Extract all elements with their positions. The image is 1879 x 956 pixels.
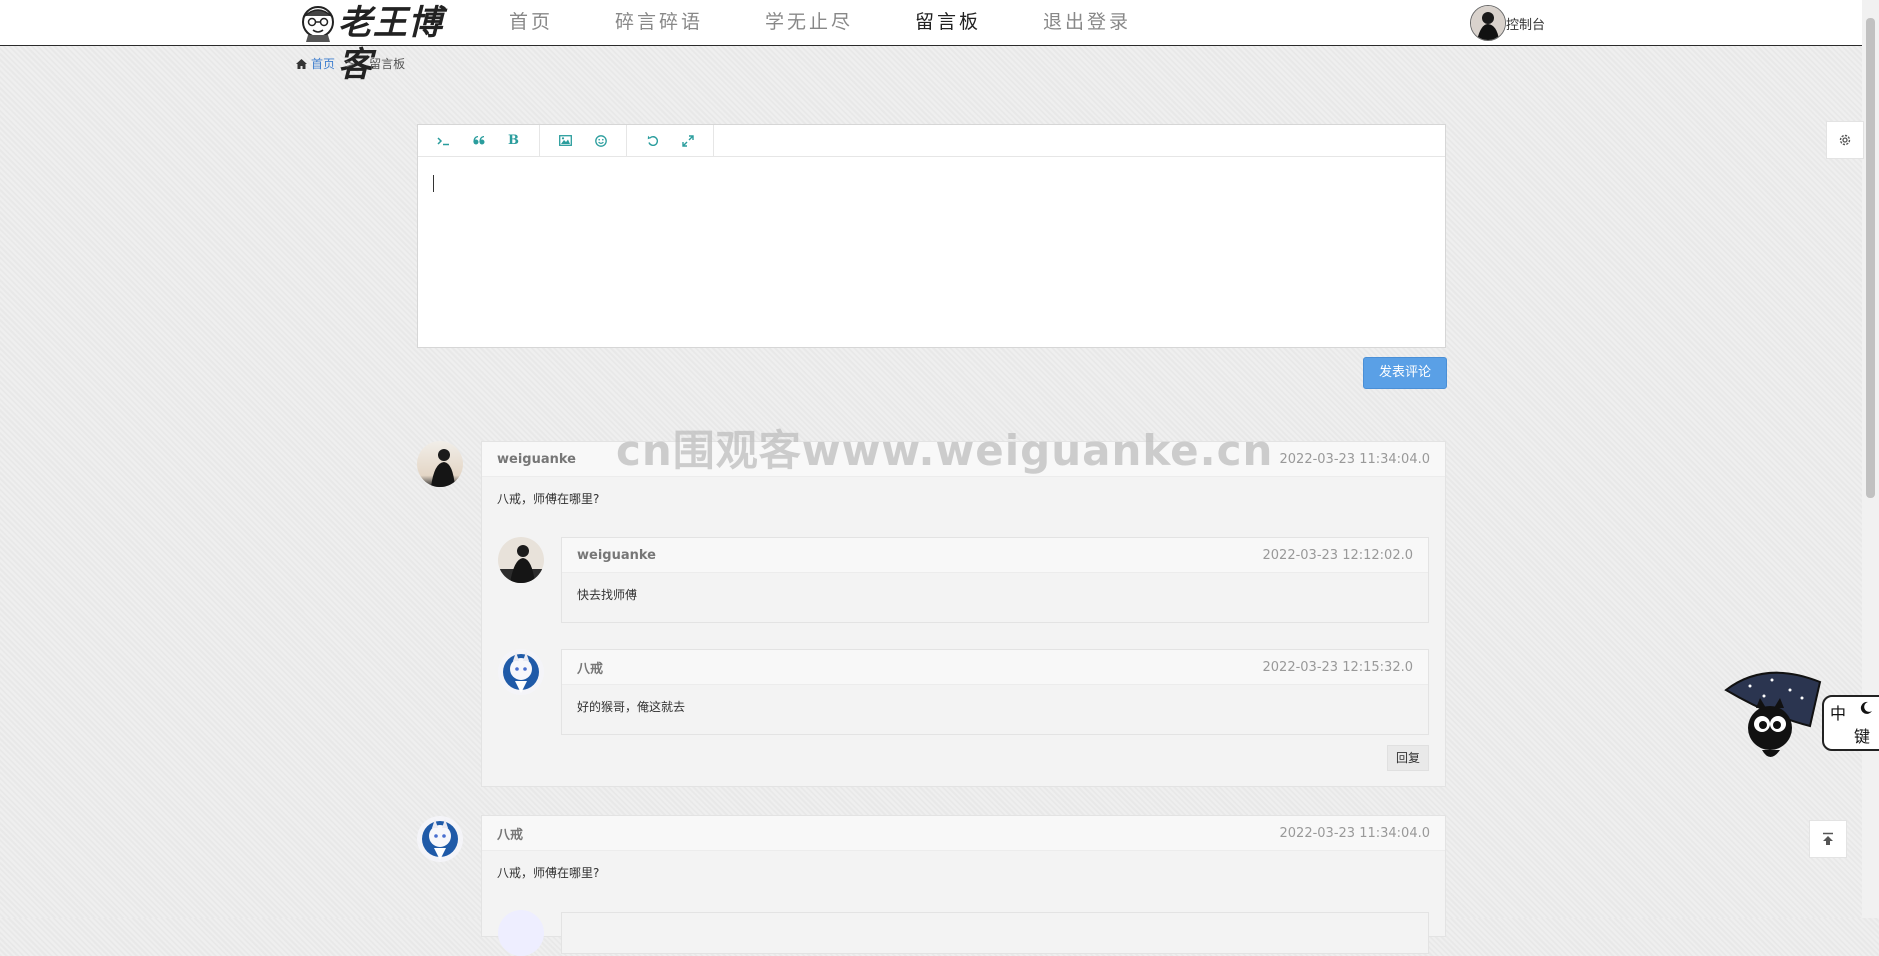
reply-avatar-partial [498,910,544,956]
comment-text: 八戒，师傅在哪里? [497,492,600,506]
comment-avatar [417,441,463,487]
nav-logout[interactable]: 退出登录 [1043,0,1173,45]
nav-guestbook[interactable]: 留言板 [915,0,1043,45]
user-avatar [1470,5,1506,41]
page-scrollbar[interactable] [1862,0,1879,918]
home-icon [296,58,307,69]
ime-indicator[interactable]: 中 键 [1822,695,1879,751]
top-header: 老王博客 首页 碎言碎语 学无止尽 留言板 退出登录 控制台 [0,0,1862,85]
gear-icon [1839,134,1851,146]
back-to-top-button[interactable] [1809,820,1847,858]
settings-gear-button[interactable] [1826,121,1864,159]
reply-text: 快去找师傅 [577,588,638,602]
reply-avatar [498,537,544,583]
reply-card: weiguanke 2022-03-23 12:12:02.0 快去找师傅 [561,537,1429,623]
breadcrumb-separator: > [345,56,356,71]
editor-toolbar: B [418,125,1445,157]
arrow-up-icon [1823,832,1833,845]
logo-text: 老王博客 [338,3,443,85]
comment-author[interactable]: 八戒 [497,824,523,843]
nav-home[interactable]: 首页 [509,0,615,45]
nav-study[interactable]: 学无止尽 [765,0,915,45]
reply-button[interactable]: 回复 [1387,745,1429,771]
console-label: 控制台 [1506,17,1546,33]
breadcrumb: 首页 > 留言板 [296,55,405,72]
toolbar-group-format: B [418,125,540,156]
reply-header: 八戒 2022-03-23 12:15:32.0 [562,650,1428,685]
moon-icon [1860,701,1872,714]
reply-avatar [498,649,544,695]
comment-card: 八戒 2022-03-23 11:34:04.0 八戒，师傅在哪里? [481,815,1446,954]
breadcrumb-home[interactable]: 首页 [311,55,335,72]
comment-author[interactable]: weiguanke [497,452,576,467]
nav-talk[interactable]: 碎言碎语 [615,0,765,45]
reply-author[interactable]: weiguanke [577,548,656,563]
breadcrumb-current: 留言板 [369,57,406,71]
comment-header: 八戒 2022-03-23 11:34:04.0 [482,816,1445,851]
ime-key: 键 [1854,727,1871,746]
toolbar-group-view [627,125,714,156]
toolbar-group-insert [540,125,627,156]
text-cursor [433,175,434,192]
quote-icon[interactable] [461,125,496,156]
ime-mode: 中 [1830,704,1847,723]
reply-text: 好的猴哥，俺这就去 [577,700,686,714]
console-link[interactable]: 控制台 [1470,5,1545,41]
fullscreen-icon[interactable] [670,125,705,156]
emoji-icon[interactable] [583,125,618,156]
comment-time: 2022-03-23 11:34:04.0 [1279,451,1430,467]
main-nav: 首页 碎言碎语 学无止尽 留言板 退出登录 [509,0,1173,45]
reply-time: 2022-03-23 12:12:02.0 [1262,547,1413,563]
reply-time: 2022-03-23 12:15:32.0 [1262,659,1413,675]
bold-icon[interactable]: B [496,125,531,156]
site-logo[interactable]: 老王博客 [300,2,468,85]
watermark-text: cn围观客www.weiguanke.cn [616,426,1274,475]
logo-face-icon [302,6,334,42]
submit-comment-button[interactable]: 发表评论 [1363,357,1447,389]
comment-avatar [417,816,463,862]
undo-icon[interactable] [635,125,670,156]
comment-editor[interactable]: B [417,124,1446,348]
image-icon[interactable] [548,125,583,156]
terminal-icon[interactable] [426,125,461,156]
reply-header: weiguanke 2022-03-23 12:12:02.0 [562,538,1428,573]
reply-card-partial [561,912,1429,954]
scrollbar-thumb[interactable] [1866,18,1875,498]
reply-author[interactable]: 八戒 [577,658,603,677]
reply-card: 八戒 2022-03-23 12:15:32.0 好的猴哥，俺这就去 [561,649,1429,735]
comment-text: 八戒，师傅在哪里? [497,866,600,880]
comment-time: 2022-03-23 11:34:04.0 [1279,825,1430,841]
